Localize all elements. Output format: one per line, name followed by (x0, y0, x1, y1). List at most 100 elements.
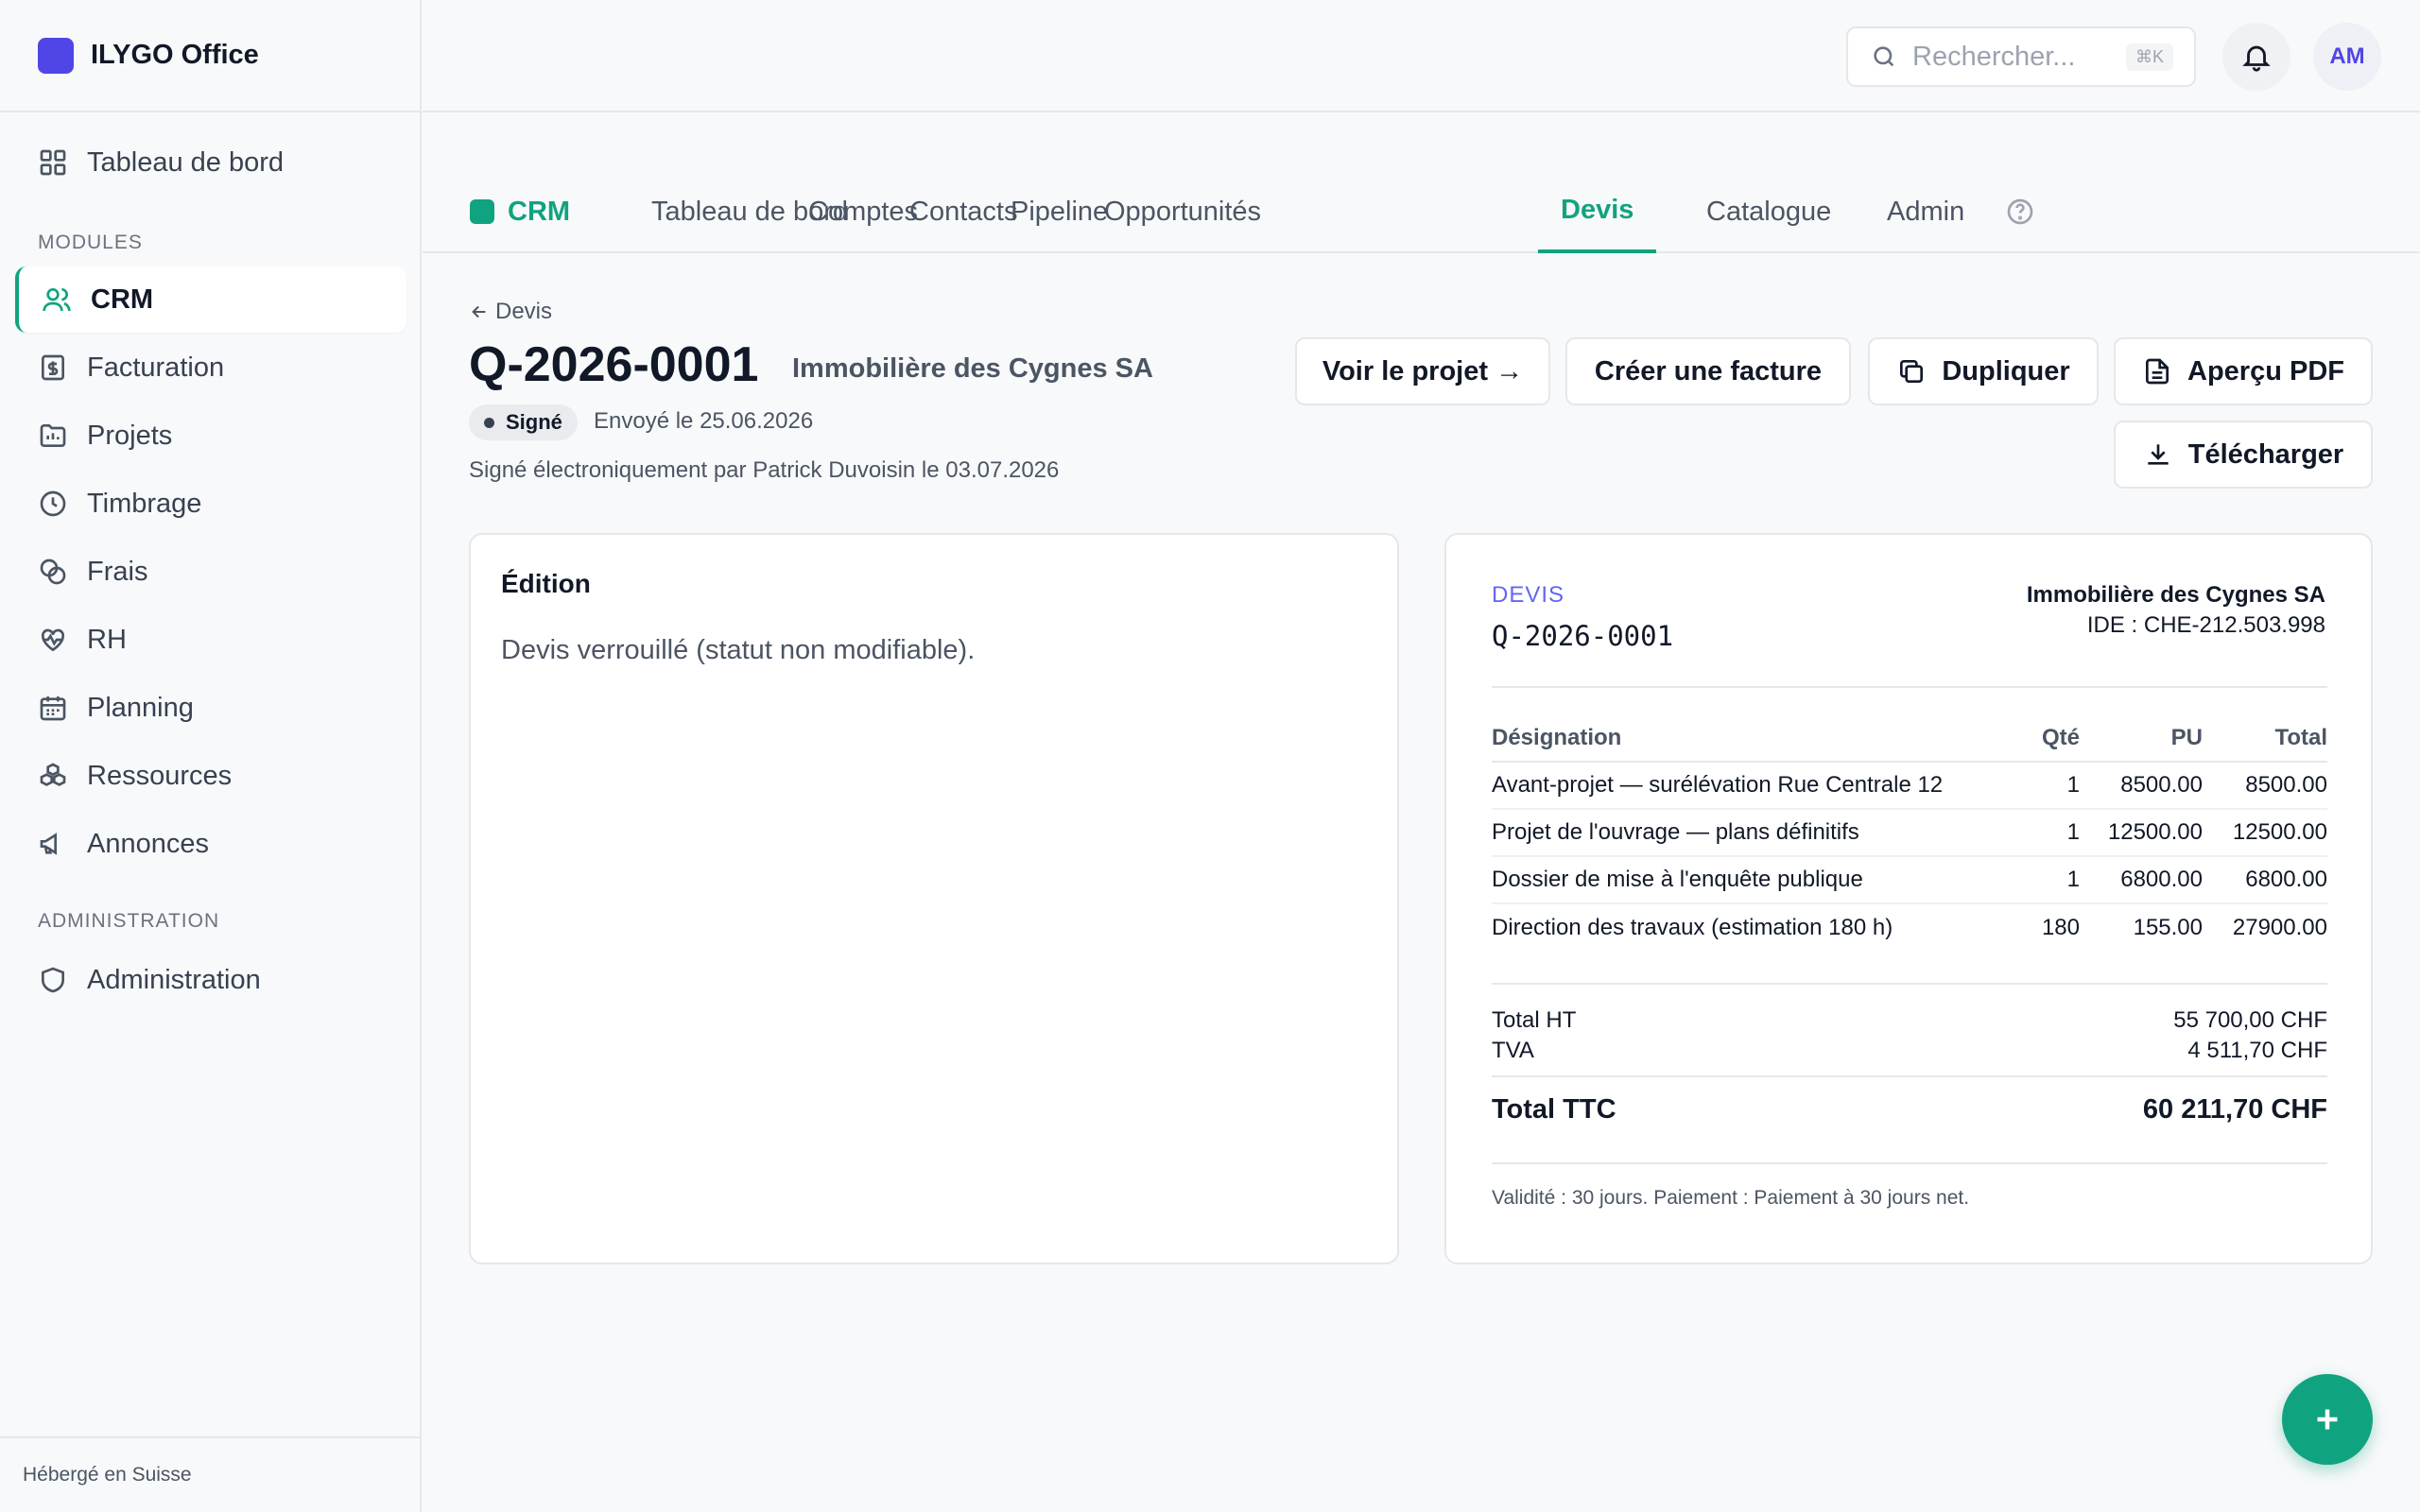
tva-row: TVA 4 511,70 CHF (1492, 1038, 2327, 1064)
brand[interactable]: ILYGO Office (0, 0, 420, 112)
sidebar-item-timbrage[interactable]: Timbrage (15, 471, 406, 537)
view-project-button[interactable]: Voir le projet → (1295, 337, 1550, 405)
copy-icon (1900, 360, 1924, 383)
tab-opportunites[interactable]: Opportunités (1081, 170, 1284, 253)
signature-note: Signé électroniquement par Patrick Duvoi… (469, 457, 1060, 483)
cell-qty: 1 (2014, 762, 2080, 810)
app-name: ILYGO Office (91, 40, 259, 70)
total-ht-label: Total HT (1492, 1007, 1577, 1033)
column-header: PU (2080, 714, 2203, 763)
topbar: ⌘K AM (423, 0, 2420, 112)
cell-designation: Dossier de mise à l'enquête publique (1492, 856, 2014, 904)
sidebar-item-frais[interactable]: Frais (15, 539, 406, 605)
tab-admin[interactable]: Admin (1864, 170, 1987, 253)
sidebar-item-facturation[interactable]: Facturation (15, 335, 406, 401)
sidebar-item-label: RH (87, 624, 127, 655)
column-header: Qté (2014, 714, 2080, 763)
cell-qty: 180 (2041, 914, 2080, 940)
sidebar-item-label: Annonces (87, 828, 209, 859)
status-badge: Signé (469, 404, 578, 440)
status-label: Signé (506, 410, 562, 434)
divider (1492, 983, 2327, 985)
cell-designation: Direction des travaux (estimation 180 h) (1492, 914, 1893, 940)
megaphone-icon (40, 833, 57, 855)
users-icon (43, 288, 71, 312)
pdf-preview-label: Aperçu PDF (2187, 355, 2344, 387)
sidebar-item-label: Planning (87, 692, 194, 723)
download-button[interactable]: Télécharger (2114, 421, 2373, 489)
tab-devis[interactable]: Devis (1538, 170, 1657, 253)
sidebar: ILYGO Office Tableau de bord MODULES CRM… (0, 0, 422, 1512)
recipient-name: Immobilière des Cygnes SA (2026, 582, 2325, 608)
document-type-label: DEVIS (1492, 582, 1565, 608)
hosting-note: Hébergé en Suisse (0, 1436, 420, 1512)
total-ttc-row: Total TTC 60 211,70 CHF (1492, 1094, 2327, 1125)
arrow-left-icon (472, 305, 486, 318)
cell-qty: 1 (2014, 856, 2080, 904)
cell-unit-price: 8500.00 (2080, 762, 2203, 810)
total-ttc-label: Total TTC (1492, 1094, 1616, 1125)
divider (1492, 686, 2327, 688)
tva-value: 4 511,70 CHF (2187, 1038, 2327, 1063)
edit-card: Édition Devis verrouillé (statut non mod… (469, 533, 1399, 1264)
divider (1492, 1162, 2327, 1164)
cell-total: 27900.00 (2232, 914, 2327, 940)
section-label-administration: ADMINISTRATION (38, 910, 220, 932)
total-ht-value: 55 700,00 CHF (2173, 1007, 2327, 1033)
document-number: Q-2026-0001 (1492, 620, 1674, 652)
total-ttc-value: 60 211,70 CHF (2142, 1094, 2327, 1125)
quote-preview-card: DEVIS Q-2026-0001 Immobilière des Cygnes… (1444, 533, 2373, 1264)
crm-module-icon (470, 199, 494, 224)
tab-catalogue[interactable]: Catalogue (1684, 170, 1854, 253)
tab-crm-module[interactable]: CRM (447, 170, 593, 253)
coins-icon (40, 558, 66, 585)
table-row: Projet de l'ouvrage — plans définitifs 1… (1492, 809, 2327, 857)
create-invoice-button[interactable]: Créer une facture (1565, 337, 1851, 405)
cell-total: 12500.00 (2203, 809, 2327, 857)
add-button[interactable] (2282, 1374, 2373, 1465)
help-icon[interactable] (2005, 197, 2035, 227)
sidebar-item-projets[interactable]: Projets (15, 403, 406, 469)
search-input[interactable] (1912, 41, 2111, 73)
module-tabs: CRM Tableau de bord Comptes Contacts Pip… (423, 170, 2420, 253)
brand-logo (38, 37, 74, 74)
sidebar-item-ressources[interactable]: Ressources (15, 743, 406, 809)
calendar-icon (40, 696, 66, 721)
table-header-row: Désignation Qté PU Total (1492, 714, 2327, 763)
avatar[interactable]: AM (2313, 23, 2381, 91)
tva-label: TVA (1492, 1038, 1534, 1063)
back-link[interactable]: Devis (469, 299, 552, 325)
sent-date: Envoyé le 25.06.2026 (594, 408, 814, 434)
sidebar-item-administration[interactable]: Administration (15, 947, 406, 1013)
duplicate-button[interactable]: Dupliquer (1868, 337, 2099, 405)
sidebar-item-annonces[interactable]: Annonces (15, 811, 406, 877)
column-header: Désignation (1492, 714, 2014, 763)
boxes-icon (40, 763, 66, 786)
notifications-button[interactable] (2222, 23, 2290, 91)
sidebar-item-planning[interactable]: Planning (15, 675, 406, 741)
total-ht-row: Total HT 55 700,00 CHF (1492, 1007, 2327, 1034)
sidebar-item-crm[interactable]: CRM (15, 266, 406, 333)
cell-unit-price: 155.00 (2133, 914, 2203, 940)
sidebar-item-label: Ressources (87, 760, 233, 791)
edit-card-title: Édition (501, 569, 591, 598)
cell-designation: Projet de l'ouvrage — plans définitifs (1492, 809, 2014, 857)
sidebar-item-rh[interactable]: RH (15, 607, 406, 673)
tab-label: CRM (508, 196, 571, 227)
cell-unit-price: 6800.00 (2080, 856, 2203, 904)
search-box[interactable]: ⌘K (1846, 26, 2196, 87)
clock-icon (40, 490, 66, 517)
locked-message: Devis verrouillé (statut non modifiable)… (501, 635, 976, 665)
duplicate-label: Dupliquer (1942, 355, 2070, 387)
table-row: Avant-projet — surélévation Rue Centrale… (1492, 762, 2327, 810)
sidebar-item-label: Projets (87, 420, 173, 451)
cell-total: 8500.00 (2203, 762, 2327, 810)
sidebar-item-label: Administration (87, 964, 261, 995)
sidebar-item-dashboard[interactable]: Tableau de bord (15, 129, 406, 196)
status-dot (484, 417, 494, 428)
sidebar-item-label: CRM (91, 284, 154, 315)
grid-icon (40, 149, 66, 176)
pdf-preview-button[interactable]: Aperçu PDF (2114, 337, 2373, 405)
client-name[interactable]: Immobilière des Cygnes SA (792, 353, 1153, 385)
download-icon (2148, 444, 2169, 465)
